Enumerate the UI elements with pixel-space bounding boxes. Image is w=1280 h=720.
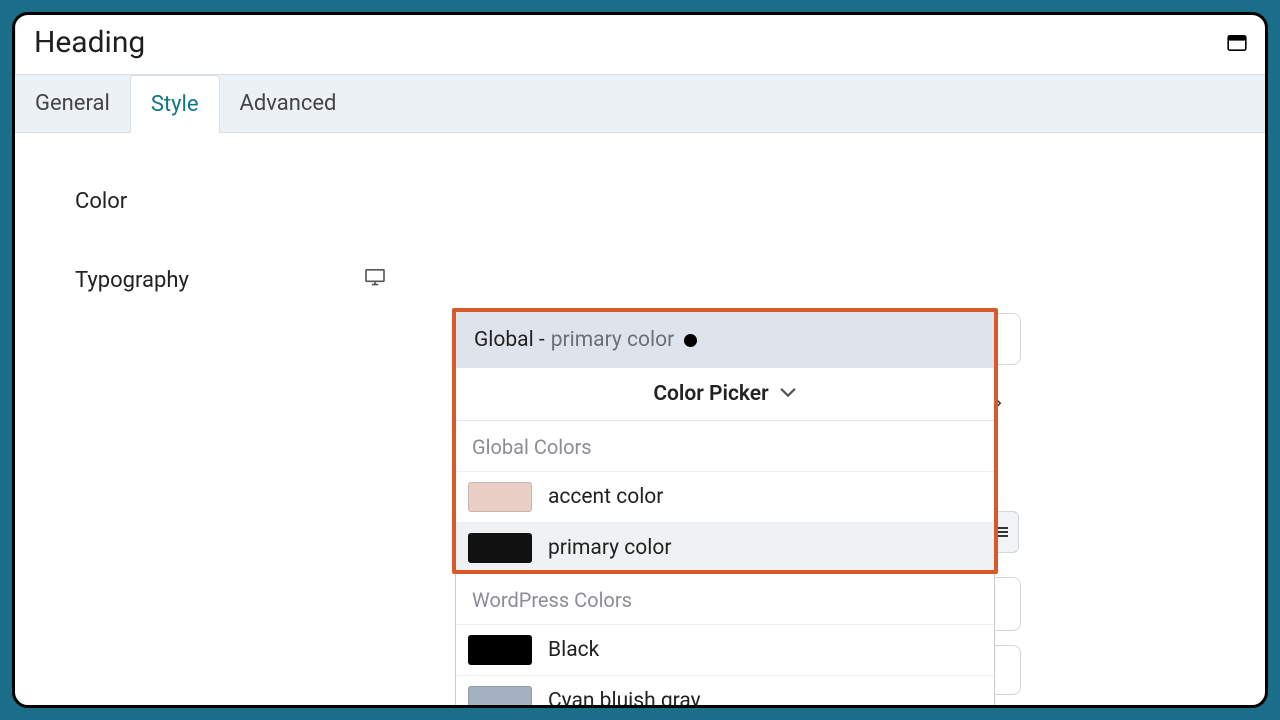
color-option-label: Black bbox=[548, 638, 599, 662]
color-picker-toggle[interactable]: Color Picker bbox=[456, 368, 994, 421]
color-picker-popover: Global - primary color Color Picker Glob… bbox=[455, 311, 995, 708]
tab-advanced[interactable]: Advanced bbox=[220, 75, 357, 132]
color-option[interactable]: accent color bbox=[456, 472, 994, 523]
section-wordpress-colors: WordPress Colors bbox=[456, 574, 994, 625]
titlebar: Heading bbox=[12, 15, 1265, 74]
settings-window: Heading General Style Advanced Color Typ… bbox=[12, 12, 1268, 708]
chevron-down-icon bbox=[779, 382, 797, 406]
color-swatch bbox=[468, 533, 532, 563]
label-typography-text: Typography bbox=[75, 268, 189, 293]
color-swatch bbox=[468, 482, 532, 512]
color-swatch bbox=[468, 686, 532, 708]
color-option[interactable]: primary color bbox=[456, 523, 994, 574]
content-area: Color Typography Global - primary color bbox=[15, 133, 1265, 705]
tab-style[interactable]: Style bbox=[130, 75, 220, 133]
label-color: Color bbox=[75, 183, 395, 214]
row-typography: Typography bbox=[75, 262, 1205, 293]
color-option-label: primary color bbox=[548, 536, 671, 560]
color-selected-name: primary color bbox=[551, 328, 674, 352]
color-option-label: Cyan bluish gray bbox=[548, 689, 701, 708]
color-picker-label: Color Picker bbox=[653, 382, 768, 406]
color-scope-prefix: Global - bbox=[474, 328, 545, 352]
section-global-colors: Global Colors bbox=[456, 421, 994, 472]
color-option-label: accent color bbox=[548, 485, 663, 509]
row-color: Color bbox=[75, 183, 1205, 214]
color-option[interactable]: Black bbox=[456, 625, 994, 676]
desktop-icon[interactable] bbox=[365, 268, 385, 293]
color-selected-swatch-icon bbox=[684, 334, 697, 347]
color-option[interactable]: Cyan bluish gray bbox=[456, 676, 994, 708]
color-value-display[interactable]: Global - primary color bbox=[456, 312, 994, 368]
window-maximize-icon[interactable] bbox=[1227, 35, 1247, 51]
tab-general[interactable]: General bbox=[15, 75, 130, 132]
tab-bar: General Style Advanced bbox=[15, 74, 1265, 133]
page-title: Heading bbox=[34, 25, 145, 60]
label-typography: Typography bbox=[75, 262, 395, 293]
color-swatch bbox=[468, 635, 532, 665]
